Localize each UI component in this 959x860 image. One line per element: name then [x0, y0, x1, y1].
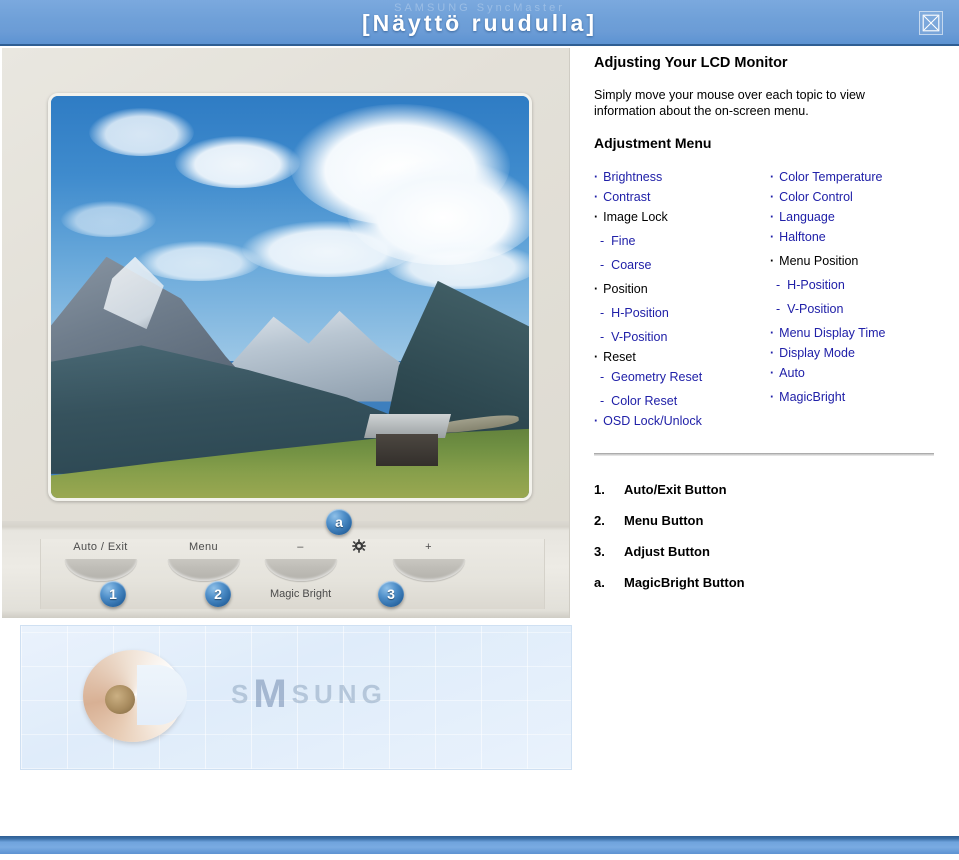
page-root: SAMSUNG SyncMaster [Näyttö ruudulla] a A…	[0, 0, 959, 860]
plus-button[interactable]: +	[371, 539, 486, 581]
menu-column-left: BrightnessContrastImage LockFineCoarsePo…	[594, 167, 770, 431]
legend-label: MagicBright Button	[624, 575, 745, 590]
menu-column-right: Color TemperatureColor ControlLanguageHa…	[770, 167, 946, 431]
monitor-screen-photo	[48, 93, 532, 501]
adjustment-menu-heading: Adjustment Menu	[594, 135, 712, 151]
menu-item-h-position[interactable]: H-Position	[594, 299, 770, 323]
legend-number: 2.	[594, 513, 605, 528]
menu-item-coarse[interactable]: Coarse	[594, 251, 770, 275]
menu-item-h-position[interactable]: H-Position	[770, 271, 946, 295]
callout-badge-1[interactable]: 1	[100, 581, 126, 607]
monitor-illustration: a Auto / Exit Menu – + Magic Bright 1 2 …	[2, 48, 570, 618]
brand-suffix: SUNG	[291, 679, 387, 709]
brand-watermark: SMSUNG	[231, 672, 387, 717]
monitor-stand-panel: SMSUNG	[20, 625, 572, 770]
legend-number: 1.	[594, 482, 605, 497]
legend-label: Adjust Button	[624, 544, 710, 559]
photo-chalet-body	[376, 433, 439, 466]
nautilus-shell-icon	[83, 650, 187, 742]
menu-item-brightness[interactable]: Brightness	[594, 167, 770, 187]
legend-item: 3. Adjust Button	[594, 536, 946, 567]
menu-item-image-lock: Image Lock	[594, 207, 770, 227]
menu-item-v-position[interactable]: V-Position	[770, 295, 946, 319]
section-divider	[594, 453, 934, 456]
menu-item-contrast[interactable]: Contrast	[594, 187, 770, 207]
auto-exit-key[interactable]	[64, 559, 137, 581]
auto-exit-button[interactable]: Auto / Exit	[43, 539, 158, 581]
callout-badge-2[interactable]: 2	[205, 581, 231, 607]
photo-cloud	[385, 240, 529, 289]
legend-label: Auto/Exit Button	[624, 482, 727, 497]
legend-number: 3.	[594, 544, 605, 559]
legend-item: a. MagicBright Button	[594, 567, 946, 598]
footer-bar	[0, 836, 959, 854]
menu-item-magicbright[interactable]: MagicBright	[770, 383, 946, 407]
menu-item-language[interactable]: Language	[770, 207, 946, 227]
plus-key[interactable]	[392, 559, 465, 581]
photo-cloud	[137, 240, 262, 281]
plus-label: +	[425, 541, 432, 553]
menu-item-color-temperature[interactable]: Color Temperature	[770, 167, 946, 187]
menu-item-menu-position: Menu Position	[770, 247, 946, 271]
legend-item: 1. Auto/Exit Button	[594, 474, 946, 505]
legend-number: a.	[594, 575, 605, 590]
page-title: [Näyttö ruudulla]	[362, 10, 597, 36]
callout-badge-a[interactable]: a	[326, 509, 352, 535]
monitor-bezel	[2, 48, 570, 521]
minus-key[interactable]	[264, 559, 337, 581]
menu-item-reset: Reset	[594, 347, 770, 367]
menu-columns: BrightnessContrastImage LockFineCoarsePo…	[594, 167, 946, 431]
menu-item-color-control[interactable]: Color Control	[770, 187, 946, 207]
menu-item-v-position[interactable]: V-Position	[594, 323, 770, 347]
brand-mark: M	[253, 672, 292, 716]
menu-item-color-reset[interactable]: Color Reset	[594, 387, 770, 411]
legend-label: Menu Button	[624, 513, 704, 528]
intro-text: Simply move your mouse over each topic t…	[594, 88, 865, 118]
photo-cloud	[175, 136, 300, 189]
auto-exit-label: Auto / Exit	[73, 541, 128, 553]
menu-item-position: Position	[594, 275, 770, 299]
menu-item-menu-display-time[interactable]: Menu Display Time	[770, 319, 946, 343]
callout-badge-3[interactable]: 3	[378, 581, 404, 607]
menu-item-halftone[interactable]: Halftone	[770, 227, 946, 247]
menu-item-osd-lock-unlock[interactable]: OSD Lock/Unlock	[594, 411, 770, 431]
button-legend-list: 1. Auto/Exit Button 2. Menu Button 3. Adjust …	[594, 474, 946, 598]
menu-item-display-mode[interactable]: Display Mode	[770, 343, 946, 363]
legend-item: 2. Menu Button	[594, 505, 946, 536]
menu-item-geometry-reset[interactable]: Geometry Reset	[594, 367, 770, 387]
menu-item-fine[interactable]: Fine	[594, 227, 770, 251]
close-icon[interactable]	[919, 11, 943, 35]
title-bar: SAMSUNG SyncMaster [Näyttö ruudulla]	[0, 0, 959, 46]
content-heading: Adjusting Your LCD Monitor	[594, 55, 788, 71]
monitor-control-strip: a Auto / Exit Menu – + Magic Bright 1 2 …	[2, 509, 570, 618]
brand-prefix: S	[231, 679, 254, 709]
magic-bright-label: Magic Bright	[270, 588, 332, 600]
menu-key[interactable]	[167, 559, 240, 581]
photo-cloud	[60, 200, 157, 237]
menu-item-auto[interactable]: Auto	[770, 363, 946, 383]
help-content: Adjusting Your LCD Monitor Simply move y…	[594, 55, 946, 598]
